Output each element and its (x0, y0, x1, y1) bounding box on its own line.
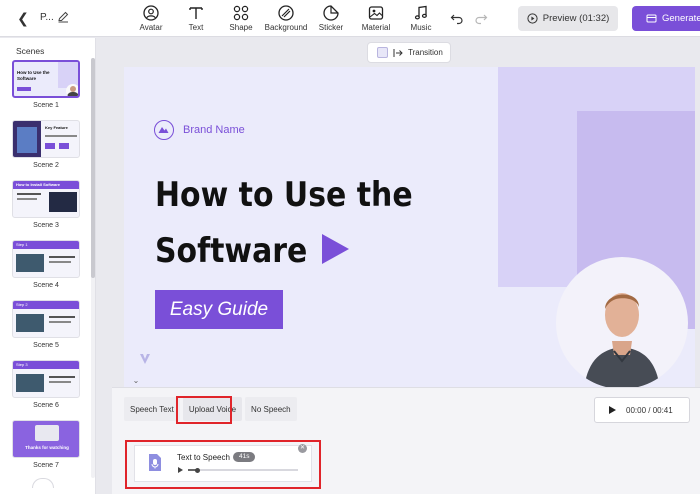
scene-item[interactable]: Step 3 Scene 6 (12, 360, 80, 409)
tab-speech-text[interactable]: Speech Text (124, 397, 180, 421)
close-icon[interactable]: ✕ (298, 444, 307, 453)
scene-item[interactable]: Key Feature Scene 2 (12, 120, 80, 169)
scene-item[interactable]: How to Install Software Scene 3 (12, 180, 80, 229)
slide-title[interactable]: How to Use the Software (155, 167, 413, 279)
slide-title-line: Software (155, 231, 308, 271)
transition-icon (393, 48, 403, 57)
scene-thumbnail: How to Install Software (12, 180, 80, 218)
transition-button[interactable]: Transition (367, 42, 451, 63)
scene-thumbnail: How to Use the Software (12, 60, 80, 98)
scenes-sidebar: Scenes How to Use the Software Scene 1 K… (0, 38, 96, 494)
tool-material[interactable]: Material (351, 4, 401, 32)
watermark-logo-icon (140, 354, 150, 364)
tool-sticker[interactable]: Sticker (306, 4, 356, 32)
slide-title-line: How to Use the (155, 175, 413, 215)
redo-icon[interactable] (474, 11, 488, 25)
play-circle-icon (527, 13, 538, 24)
edit-icon[interactable] (56, 10, 70, 24)
thumb-title: Key Feature (45, 125, 68, 130)
thumb-title: Step 2 (16, 302, 28, 307)
thumb-title: Step 1 (16, 242, 28, 247)
scene-label: Scene 1 (33, 102, 59, 109)
time-readout: 00:00 / 00:41 (626, 405, 673, 415)
project-name[interactable]: P... (40, 12, 54, 23)
thumb-title: How to Install Software (16, 182, 61, 187)
play-icon[interactable] (607, 405, 617, 415)
thumb-title: How to Use the Software (17, 70, 50, 81)
generate-icon (646, 14, 657, 23)
thumb-title: Thanks for watching (25, 445, 69, 450)
brand-name[interactable]: Brand Name (183, 124, 245, 136)
preview-label: Preview (01:32) (542, 13, 610, 24)
scene-label: Scene 4 (33, 282, 59, 289)
undo-icon[interactable] (450, 11, 464, 25)
tool-label: Material (361, 23, 391, 32)
scene-item[interactable]: Thanks for watching Scene 7 (12, 420, 80, 469)
tool-label: Avatar (139, 23, 163, 32)
tool-avatar[interactable]: Avatar (126, 4, 176, 32)
slide-badge[interactable]: Easy Guide (155, 290, 283, 329)
brand-logo-icon[interactable] (154, 120, 174, 140)
highlight-box (125, 440, 321, 489)
sidebar-title: Scenes (16, 46, 45, 56)
voice-panel: Speech Text Upload Voice No Speech 00:00… (112, 387, 700, 494)
tool-music[interactable]: Music (396, 4, 446, 32)
tool-label: Music (410, 23, 432, 32)
sticker-icon (323, 5, 339, 21)
text-icon (189, 7, 203, 19)
sidebar-scroll-thumb[interactable] (91, 58, 95, 278)
scene-thumbnail: Step 1 (12, 240, 80, 278)
transition-label: Transition (408, 48, 443, 57)
playback-control[interactable]: 00:00 / 00:41 (594, 397, 690, 423)
shape-icon (233, 5, 249, 21)
thumb-title: Step 3 (16, 362, 28, 367)
scene-add-partial[interactable] (32, 478, 54, 488)
scene-thumbnail: Thanks for watching (12, 420, 80, 458)
scene-item[interactable]: How to Use the Software Scene 1 (12, 60, 80, 109)
tool-label: Background (264, 23, 308, 32)
collapse-chevron-icon[interactable]: ⌄ (130, 376, 142, 386)
background-icon (278, 5, 294, 21)
tool-shape[interactable]: Shape (216, 4, 266, 32)
highlight-box (176, 396, 232, 424)
tab-no-speech[interactable]: No Speech (245, 397, 297, 421)
scene-item[interactable]: Step 1 Scene 4 (12, 240, 80, 289)
top-toolbar: ❮ P... Avatar Text Shape Background Stic… (0, 0, 700, 37)
back-icon[interactable]: ❮ (15, 10, 31, 26)
generate-button[interactable]: Generate (632, 6, 700, 31)
music-icon (414, 5, 427, 20)
preview-button[interactable]: Preview (01:32) (518, 6, 618, 31)
material-icon (368, 6, 384, 20)
tool-label: Text (188, 23, 204, 32)
scene-thumbnail: Step 3 (12, 360, 80, 398)
scene-item[interactable]: Step 2 Scene 5 (12, 300, 80, 349)
tool-label: Sticker (318, 23, 344, 32)
scene-thumbnail: Key Feature (12, 120, 80, 158)
scene-label: Scene 2 (33, 162, 59, 169)
scene-label: Scene 7 (33, 462, 59, 469)
slide-canvas[interactable]: Brand Name How to Use the Software Easy … (124, 67, 695, 387)
scene-label: Scene 5 (33, 342, 59, 349)
play-triangle-icon[interactable] (322, 234, 349, 264)
scene-label: Scene 3 (33, 222, 59, 229)
tool-text[interactable]: Text (171, 4, 221, 32)
scene-label: Scene 6 (33, 402, 59, 409)
scene-thumbnail: Step 2 (12, 300, 80, 338)
transition-swatch-icon (377, 47, 388, 58)
avatar-icon (143, 5, 159, 21)
tool-background[interactable]: Background (261, 4, 311, 32)
presenter-avatar[interactable] (556, 257, 688, 387)
tool-label: Shape (229, 23, 253, 32)
generate-label: Generate (662, 13, 700, 24)
